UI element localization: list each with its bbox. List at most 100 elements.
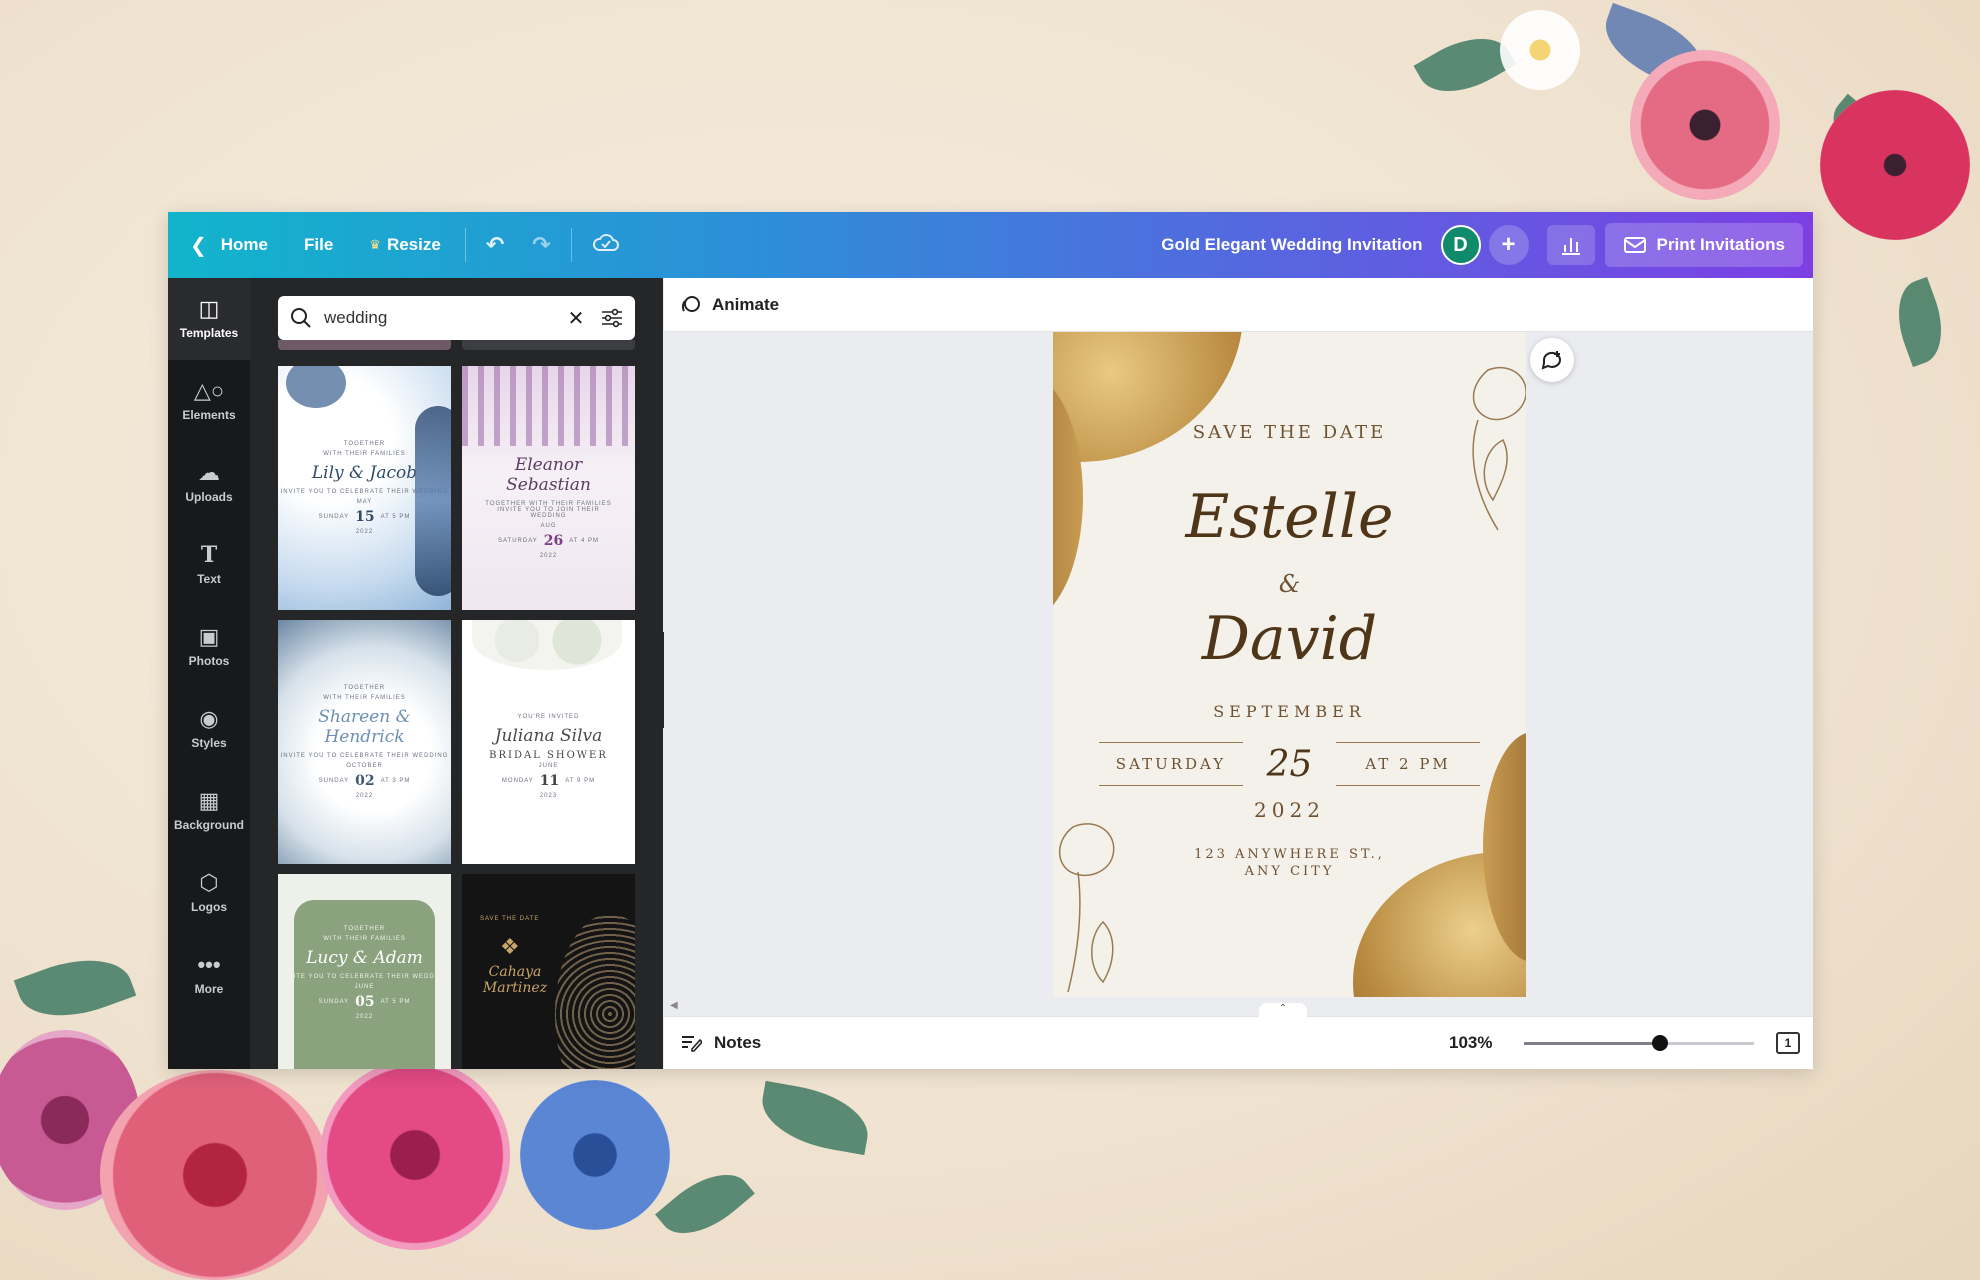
add-comment-button[interactable] bbox=[1530, 338, 1574, 382]
template-text: AT 5 PM bbox=[380, 514, 411, 520]
template-text: SUNDAY bbox=[318, 778, 350, 784]
time-text: AT 2 PM bbox=[1365, 755, 1451, 773]
template-thumbnail[interactable]: Eleanor Sebastian TOGETHER WITH THEIR FA… bbox=[462, 366, 635, 610]
template-text: AT 3 PM bbox=[380, 778, 411, 784]
template-text: AUG bbox=[540, 523, 557, 529]
template-text: 2022 bbox=[355, 1014, 374, 1020]
show-pages-button[interactable]: ⌃ bbox=[1259, 1003, 1307, 1017]
template-thumbnail-partial[interactable] bbox=[462, 340, 635, 350]
side-rail: ◫ Templates △○ Elements ☁ Uploads T Text… bbox=[168, 278, 250, 1069]
notes-icon bbox=[682, 1036, 702, 1052]
redo-icon[interactable]: ↷ bbox=[518, 232, 564, 258]
print-invitations-label: Print Invitations bbox=[1656, 235, 1785, 254]
crown-icon: ♛ bbox=[369, 237, 381, 252]
template-text: SUNDAY bbox=[318, 514, 350, 520]
template-names: Cahaya Martinez bbox=[482, 964, 548, 996]
template-day: 11 bbox=[539, 772, 560, 789]
template-thumbnail-partial[interactable] bbox=[278, 340, 451, 350]
template-text: SUNDAY bbox=[318, 999, 350, 1005]
file-menu-button[interactable]: File bbox=[286, 212, 351, 278]
template-day: 15 bbox=[355, 509, 375, 525]
animate-button[interactable]: Animate bbox=[680, 294, 779, 316]
rail-item-uploads[interactable]: ☁ Uploads bbox=[168, 442, 250, 524]
insights-button[interactable] bbox=[1546, 225, 1595, 265]
undo-icon[interactable]: ↶ bbox=[472, 232, 518, 258]
bride-name[interactable]: Estelle bbox=[1053, 482, 1526, 552]
template-thumbnail[interactable]: TOGETHER WITH THEIR FAMILIES Shareen & H… bbox=[278, 620, 451, 864]
floral-decoration bbox=[286, 366, 346, 408]
scroll-left-icon: ◀ bbox=[670, 1000, 678, 1011]
template-day: 02 bbox=[355, 773, 375, 789]
template-text: 2022 bbox=[539, 553, 558, 559]
horizontal-scrollbar[interactable]: ◀ bbox=[664, 998, 1813, 1016]
logo-icon: ⬡ bbox=[199, 870, 219, 895]
template-text: TOGETHER bbox=[343, 441, 386, 447]
rail-item-more[interactable]: ••• More bbox=[168, 934, 250, 1016]
cloud-saved-icon[interactable] bbox=[578, 231, 634, 259]
template-text: TOGETHER bbox=[343, 926, 386, 932]
template-text: YOU'RE INVITED bbox=[517, 713, 580, 720]
template-date-row: SATURDAY 26 AT 4 PM bbox=[498, 531, 599, 551]
wedding-day[interactable]: 25 bbox=[1267, 744, 1313, 785]
save-the-date-heading[interactable]: SAVE THE DATE bbox=[1053, 422, 1526, 443]
time-box[interactable]: AT 2 PM bbox=[1336, 742, 1480, 786]
design-page[interactable]: SAVE THE DATE Estelle & David SEPTEMBER … bbox=[1053, 332, 1526, 997]
template-thumbnail[interactable]: TOGETHER WITH THEIR FAMILIES Lily & Jaco… bbox=[278, 366, 451, 610]
rail-label: Text bbox=[197, 572, 221, 586]
template-date-row: SUNDAY 15 AT 5 PM bbox=[319, 507, 411, 527]
rail-item-templates[interactable]: ◫ Templates bbox=[168, 278, 250, 360]
rail-item-text[interactable]: T Text bbox=[168, 524, 250, 606]
zoom-slider-handle[interactable] bbox=[1651, 1035, 1668, 1051]
template-thumbnail[interactable]: SAVE THE DATE ❖ Cahaya Martinez bbox=[462, 874, 635, 1069]
ampersand[interactable]: & bbox=[1053, 570, 1526, 598]
wedding-year[interactable]: 2022 bbox=[1053, 798, 1526, 822]
rail-item-elements[interactable]: △○ Elements bbox=[168, 360, 250, 442]
home-button[interactable]: ❮ Home bbox=[168, 212, 286, 278]
avatar[interactable]: D bbox=[1440, 225, 1481, 265]
rail-label: Photos bbox=[188, 654, 230, 668]
print-invitations-button[interactable]: Print Invitations bbox=[1604, 223, 1803, 267]
envelope-icon bbox=[1623, 237, 1646, 253]
comment-plus-icon bbox=[1541, 351, 1561, 370]
notes-button[interactable]: Notes bbox=[680, 1033, 761, 1053]
rail-label: Uploads bbox=[185, 490, 233, 504]
address-line-1[interactable]: 123 ANYWHERE ST., bbox=[1053, 847, 1526, 862]
rail-item-photos[interactable]: ▣ Photos bbox=[168, 606, 250, 688]
page-count: 1 bbox=[1784, 1036, 1792, 1050]
template-thumbnail[interactable]: TOGETHER WITH THEIR FAMILIES Lucy & Adam… bbox=[278, 874, 451, 1069]
rail-item-styles[interactable]: ◉ Styles bbox=[168, 688, 250, 770]
template-text: AT 9 PM bbox=[565, 777, 596, 784]
template-day: 05 bbox=[355, 994, 375, 1010]
template-text: AT 4 PM bbox=[569, 538, 600, 544]
rail-item-logos[interactable]: ⬡ Logos bbox=[168, 852, 250, 934]
template-names: Lucy & Adam bbox=[306, 948, 423, 968]
plus-icon: + bbox=[1501, 231, 1516, 258]
rail-item-background[interactable]: ▦ Background bbox=[168, 770, 250, 852]
zoom-slider[interactable] bbox=[1524, 1035, 1754, 1051]
design-workspace: Animate SAVE THE DATE Estelle & David SE… bbox=[664, 278, 1813, 1069]
template-text: SATURDAY bbox=[497, 538, 538, 544]
groom-name[interactable]: David bbox=[1053, 604, 1526, 674]
template-names: Lily & Jacob bbox=[311, 463, 418, 483]
search-icon bbox=[288, 305, 314, 331]
date-row: SATURDAY 25 AT 2 PM bbox=[1099, 742, 1480, 786]
bottom-bar: ⌃ Notes 103% 1 bbox=[664, 1003, 1813, 1069]
document-title[interactable]: Gold Elegant Wedding Invitation bbox=[1143, 212, 1440, 278]
palette-icon: ◉ bbox=[199, 706, 219, 731]
zoom-level[interactable]: 103% bbox=[1449, 1033, 1492, 1053]
weekday-box[interactable]: SATURDAY bbox=[1099, 742, 1243, 786]
clear-search-icon[interactable]: ✕ bbox=[563, 305, 589, 331]
search-input[interactable] bbox=[324, 308, 553, 328]
share-add-button[interactable]: + bbox=[1488, 225, 1529, 265]
template-search-box: ✕ bbox=[278, 296, 635, 340]
template-text: JUNE bbox=[538, 762, 559, 769]
resize-button[interactable]: ♛ Resize bbox=[351, 212, 459, 278]
filter-sliders-icon[interactable] bbox=[599, 305, 625, 331]
address-line-2[interactable]: ANY CITY bbox=[1053, 864, 1526, 879]
floral-decoration bbox=[472, 620, 622, 670]
template-text: TOGETHER bbox=[343, 685, 386, 691]
shapes-icon: △○ bbox=[193, 378, 225, 403]
template-thumbnail[interactable]: YOU'RE INVITED Juliana Silva BRIDAL SHOW… bbox=[462, 620, 635, 864]
page-count-button[interactable]: 1 bbox=[1776, 1032, 1800, 1054]
wedding-month[interactable]: SEPTEMBER bbox=[1053, 702, 1526, 721]
